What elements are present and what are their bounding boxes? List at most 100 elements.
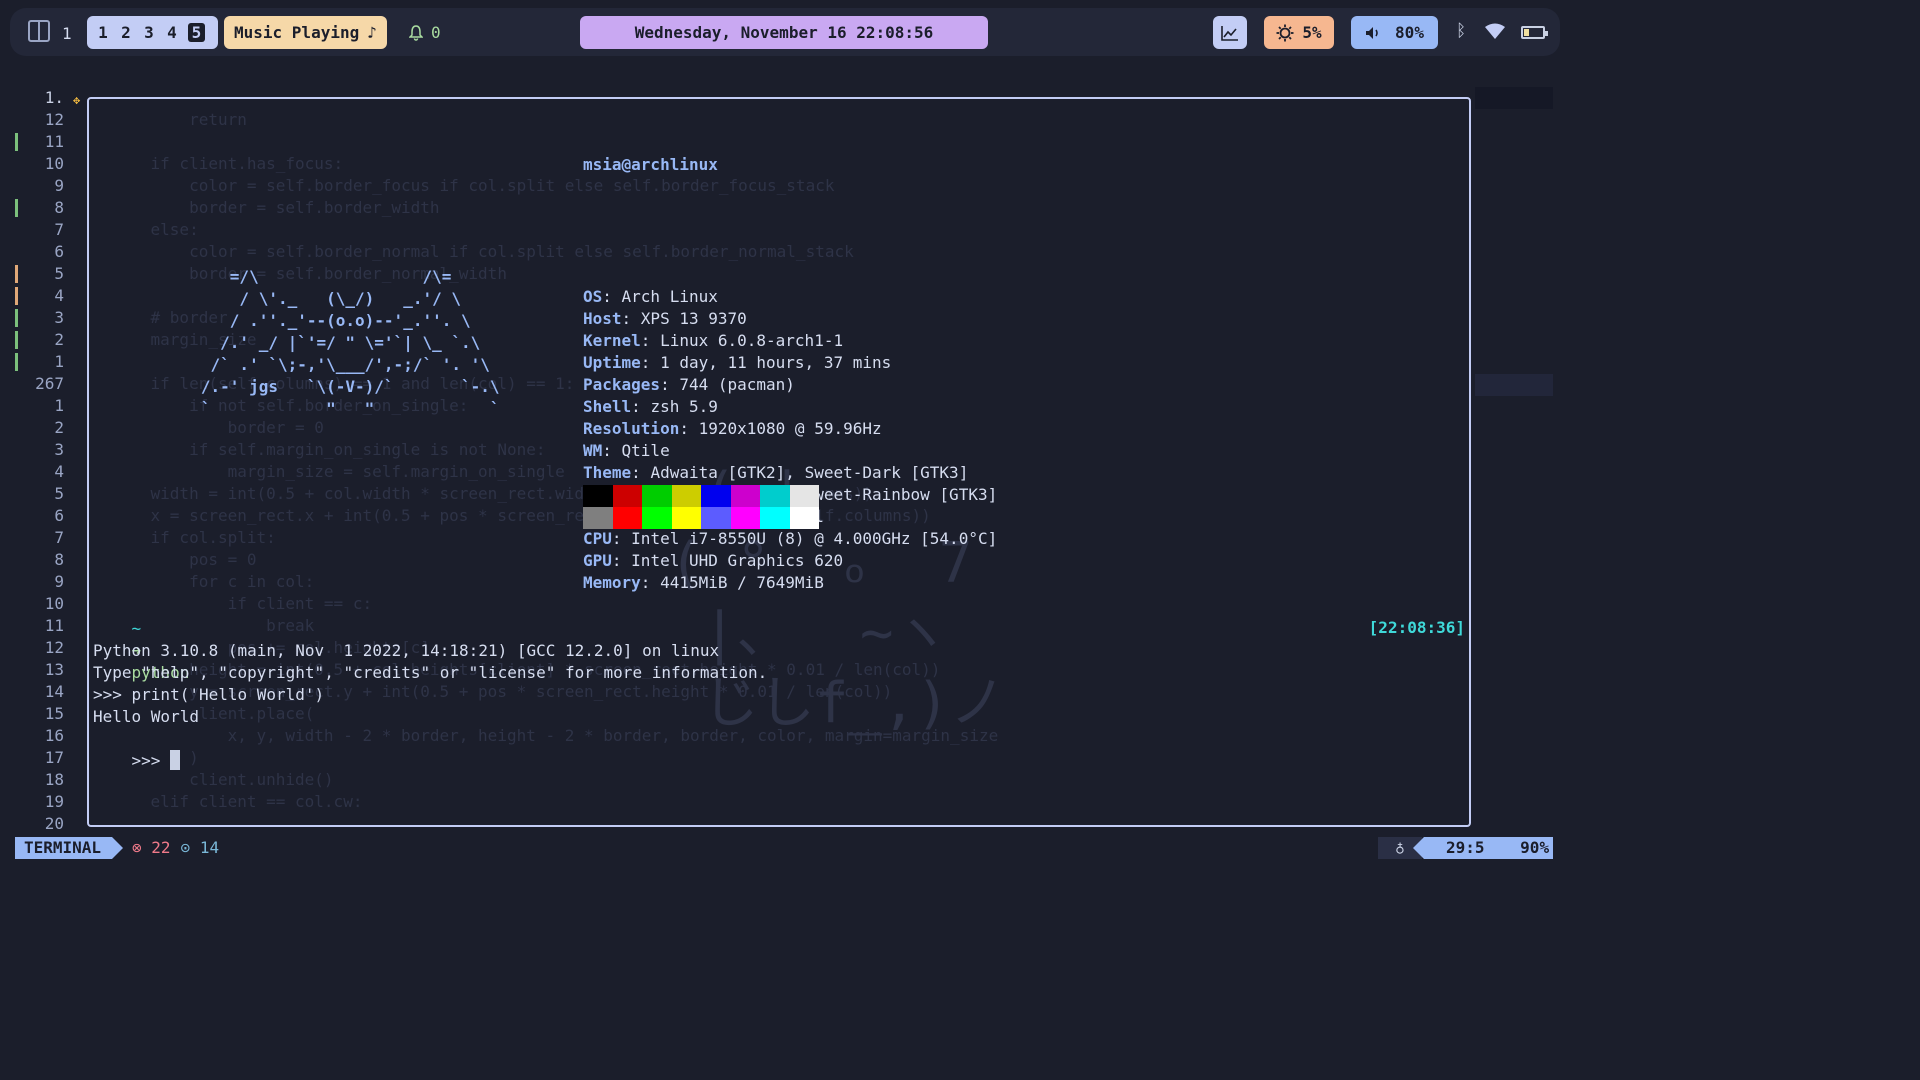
wifi-icon[interactable] (1484, 23, 1506, 43)
line-number: 12 (44, 110, 64, 129)
color-swatch (642, 485, 672, 507)
line-number: 11 (44, 616, 64, 635)
output-line: Python 3.10.8 (main, Nov 1 2022, 14:18:2… (93, 641, 720, 660)
line-number: 7 (54, 220, 64, 239)
info-key: CPU (583, 529, 612, 548)
file-percent: 90% (1520, 838, 1550, 857)
git-change-marker (15, 133, 18, 151)
line-number: 8 (54, 550, 64, 569)
battery-icon[interactable] (1521, 26, 1548, 39)
music-note-icon: ♪ (367, 23, 377, 42)
line-number: 3 (54, 440, 64, 459)
layout-icon[interactable] (28, 20, 50, 42)
line-number: 15 (44, 704, 64, 723)
color-palette (583, 485, 819, 529)
output-line: Type "help", "copyright", "credits" or "… (93, 663, 768, 682)
info-row: WM: Qtile (583, 440, 997, 462)
info-key: WM (583, 441, 603, 460)
info-value: : Linux 6.0.8-arch1-1 (640, 331, 844, 350)
color-swatch (612, 507, 642, 529)
position-segment: ♁ 29:5 90% (1378, 837, 1553, 859)
info-row: Host: XPS 13 9370 (583, 308, 997, 330)
notification-count: 0 (431, 23, 441, 42)
workspace-group: 1 2 3 4 5 (87, 16, 218, 49)
line-number: 267 (35, 374, 64, 393)
floating-terminal[interactable]: ( |( ° ₒ 7 |、 ~ヽ じしf_,)ノ =/\ /\= / \'._ … (87, 97, 1471, 827)
color-swatch (701, 485, 731, 507)
user-host: msia@archlinux (583, 155, 718, 174)
line-number: 4 (0, 285, 88, 307)
git-change-marker (15, 287, 18, 305)
info-value: : Intel UHD Graphics 620 (611, 551, 844, 570)
ascii-line: /.' _/ |`'=/ " \='`| \_ `.\ (172, 333, 481, 352)
volume-widget[interactable]: 80% (1351, 16, 1438, 49)
ascii-line: /` .' `\;-,'\___/',-;/` '. '\ (172, 355, 490, 374)
cursor-marker-icon: ✥ (73, 93, 81, 107)
top-bar: 1 1 2 3 4 5 Music Playing ♪ 0 Wednesday,… (10, 8, 1560, 56)
color-swatch (701, 507, 731, 529)
volume-value: 80% (1395, 23, 1424, 42)
line-number: 20 (44, 814, 64, 833)
line-number: 5 (54, 484, 64, 503)
workspace-3[interactable]: 3 (142, 23, 156, 42)
line-number: 19 (44, 792, 64, 811)
color-swatch (671, 485, 701, 507)
ascii-line: / \'._ (\_/) _.'/ \ (172, 289, 461, 308)
prompt-timestamp: [22:08:36] (1368, 618, 1465, 637)
info-row: OS: Arch Linux (583, 286, 997, 308)
info-value: : 1920x1080 @ 59.96Hz (679, 419, 882, 438)
clock-widget[interactable]: Wednesday, November 16 22:08:56 (580, 16, 988, 49)
info-row: Packages: 744 (pacman) (583, 374, 997, 396)
line-number: 7 (54, 528, 64, 547)
info-key: GPU (583, 551, 612, 570)
music-widget[interactable]: Music Playing ♪ (224, 16, 387, 49)
line-number: 9 (54, 176, 64, 195)
color-swatch (760, 507, 790, 529)
terminal-cursor[interactable] (170, 750, 181, 770)
ascii-line: / .''._'--(o.o)--'_.''. \ (172, 311, 471, 330)
info-value: : zsh 5.9 (631, 397, 718, 416)
brightness-widget[interactable]: 5% (1264, 16, 1334, 49)
workspace-5[interactable]: 5 (188, 23, 205, 42)
diagnostics[interactable]: ⊗ 22 ⊙ 14 (132, 838, 219, 857)
workspace-4[interactable]: 4 (165, 23, 179, 42)
mode-indicator: TERMINAL (15, 837, 123, 859)
line-number: 5 (0, 263, 88, 285)
info-value: : Arch Linux (602, 287, 718, 306)
line-number: 4 (54, 462, 64, 481)
info-value: : Qtile (602, 441, 670, 460)
workspace-2[interactable]: 2 (119, 23, 133, 42)
bluetooth-icon[interactable]: ᛒ (1456, 21, 1466, 41)
line-number: 6 (54, 242, 64, 261)
notification-widget[interactable]: 0 (409, 23, 441, 42)
graph-icon (1221, 25, 1238, 41)
repl-input-line[interactable]: >>> (93, 728, 181, 794)
music-label: Music Playing (234, 23, 360, 42)
color-swatch (789, 507, 819, 529)
git-change-marker (15, 199, 18, 217)
info-row: Kernel: Linux 6.0.8-arch1-1 (583, 330, 997, 352)
color-swatch (612, 485, 642, 507)
cursor-position: 29:5 90% (1413, 837, 1553, 859)
git-change-marker (15, 309, 18, 327)
line-number: 17 (44, 748, 64, 767)
color-swatch (789, 485, 819, 507)
git-change-marker (15, 265, 18, 283)
line-number: 10 (44, 154, 64, 173)
info-value: : 744 (pacman) (660, 375, 795, 394)
info-value: : 1 day, 11 hours, 37 mins (640, 353, 892, 372)
workspace-1[interactable]: 1 (96, 23, 110, 42)
warning-count: 14 (199, 838, 220, 857)
error-icon: ⊗ (132, 838, 142, 857)
info-row: CPU: Intel i7-8550U (8) @ 4.000GHz [54.0… (583, 528, 997, 550)
ascii-line: =/\ /\= (172, 267, 452, 286)
line-number: 2 (0, 329, 88, 351)
graph-widget[interactable] (1213, 16, 1247, 49)
output-line: Hello World (93, 707, 199, 726)
brightness-value: 5% (1302, 23, 1322, 42)
current-workspace: 1 (62, 24, 72, 43)
neofetch-info: msia@archlinux OS: Arch Linux Host: XPS 1… (583, 110, 997, 638)
line-number: 9 (54, 572, 64, 591)
info-value: : Adwaita [GTK2], Sweet-Dark [GTK3] (631, 463, 969, 482)
info-row: Theme: Adwaita [GTK2], Sweet-Dark [GTK3] (583, 462, 997, 484)
